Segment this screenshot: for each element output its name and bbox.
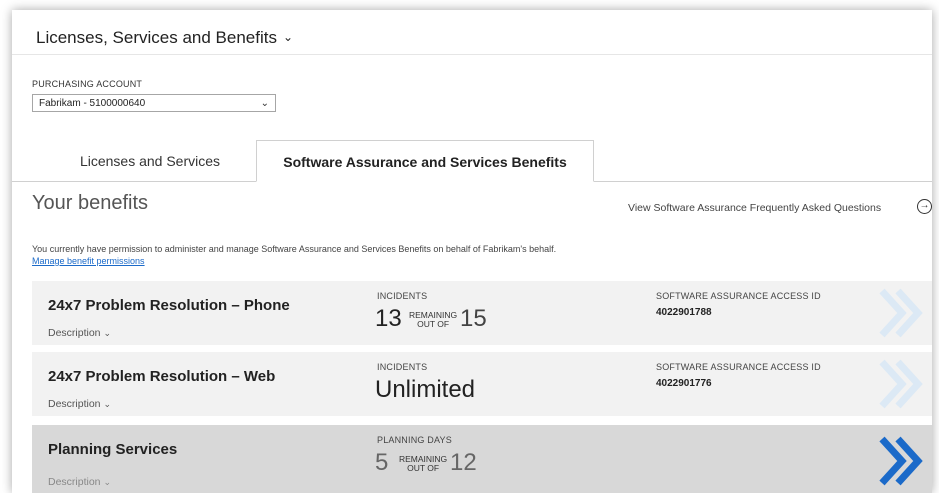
description-toggle[interactable]: Description ⌄: [48, 476, 111, 488]
page-title[interactable]: Licenses, Services and Benefits ⌄: [36, 28, 293, 48]
chevron-down-icon: ⌄: [103, 399, 112, 409]
double-chevron-right-icon[interactable]: [868, 358, 928, 410]
benefit-card-planning[interactable]: Planning Services Description ⌄ PLANNING …: [32, 425, 932, 493]
tab-software-assurance[interactable]: Software Assurance and Services Benefits: [256, 140, 594, 182]
metric-label: INCIDENTS: [377, 291, 428, 301]
manage-permissions-link[interactable]: Manage benefit permissions: [32, 256, 145, 266]
remaining-out-of-label: REMAINING OUT OF: [409, 311, 457, 329]
benefit-name: Planning Services: [48, 441, 178, 458]
metric-label: INCIDENTS: [377, 362, 428, 372]
chevron-down-icon: ⌄: [103, 477, 112, 487]
remaining-out-of-label: REMAINING OUT OF: [399, 455, 447, 473]
description-toggle[interactable]: Description ⌄: [48, 327, 111, 339]
description-label: Description: [48, 327, 101, 339]
chevron-1: [879, 436, 907, 486]
access-id-label: SOFTWARE ASSURANCE ACCESS ID: [656, 291, 821, 301]
chevron-down-icon: ⌄: [282, 30, 294, 44]
page-title-text: Licenses, Services and Benefits: [36, 28, 277, 47]
purchasing-account-value: Fabrikam - 5100000640: [39, 98, 146, 109]
metric-label: PLANNING DAYS: [377, 435, 452, 445]
out-of-word: OUT OF: [417, 319, 450, 329]
purchasing-account-label: PURCHASING ACCOUNT: [32, 79, 143, 89]
access-id-value: 4022901788: [656, 307, 712, 318]
total-count: 15: [460, 305, 487, 332]
faq-link[interactable]: View Software Assurance Frequently Asked…: [628, 202, 881, 214]
unlimited-value: Unlimited: [375, 376, 476, 403]
chevron-down-icon: ⌄: [103, 328, 112, 338]
double-chevron-right-icon[interactable]: [868, 287, 928, 339]
chevron-1: [879, 359, 907, 409]
chevron-1: [879, 288, 907, 338]
benefit-card-web[interactable]: 24x7 Problem Resolution – Web Descriptio…: [32, 352, 932, 416]
benefit-card-phone[interactable]: 24x7 Problem Resolution – Phone Descript…: [32, 281, 932, 345]
tab-licenses-services[interactable]: Licenses and Services: [50, 140, 250, 182]
out-of-word: OUT OF: [407, 463, 440, 473]
purchasing-account-select[interactable]: Fabrikam - 5100000640 ⌄: [32, 94, 276, 112]
chevron-down-icon: ⌄: [260, 98, 269, 109]
double-chevron-right-icon[interactable]: [868, 435, 928, 487]
remaining-count: 13: [375, 305, 402, 332]
arrow-right-circle-icon[interactable]: →: [917, 199, 932, 214]
section-heading: Your benefits: [32, 192, 149, 214]
benefit-name: 24x7 Problem Resolution – Phone: [48, 297, 290, 314]
access-id-value: 4022901776: [656, 378, 712, 389]
description-label: Description: [48, 476, 101, 488]
permission-text: You currently have permission to adminis…: [32, 244, 557, 254]
benefits-window: Licenses, Services and Benefits ⌄ PURCHAS…: [12, 10, 932, 493]
remaining-count: 5: [375, 449, 389, 476]
benefit-name: 24x7 Problem Resolution – Web: [48, 368, 276, 385]
description-label: Description: [48, 398, 101, 410]
page-header: Licenses, Services and Benefits ⌄: [12, 10, 932, 55]
description-toggle[interactable]: Description ⌄: [48, 398, 111, 410]
access-id-label: SOFTWARE ASSURANCE ACCESS ID: [656, 362, 821, 372]
total-count: 12: [450, 449, 477, 476]
